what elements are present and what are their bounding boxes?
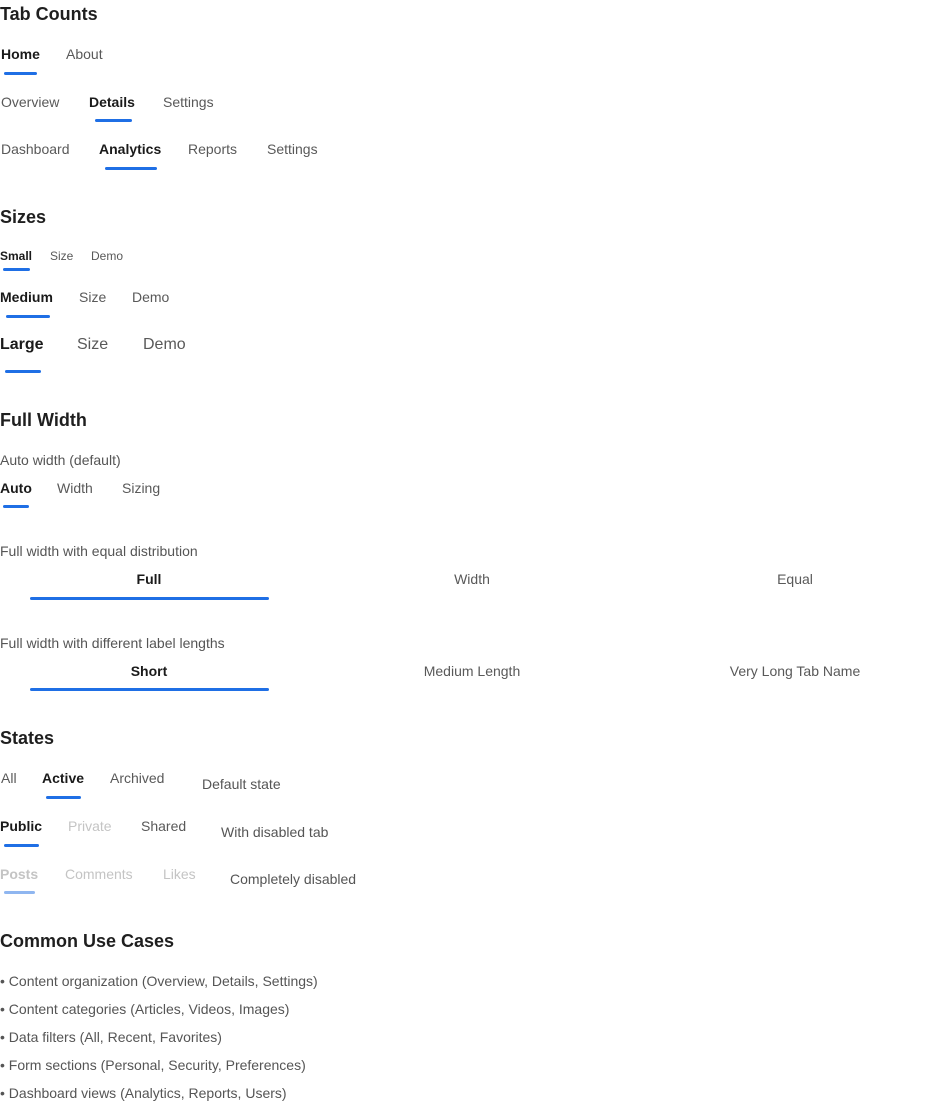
tab-public[interactable]: Public [0,817,42,835]
tab-all[interactable]: All [1,769,17,787]
section-title-states: States [0,728,55,748]
tab-analytics[interactable]: Analytics [99,140,161,158]
tab-indicator [46,796,81,799]
tab-settings[interactable]: Settings [267,140,318,158]
tab-archived[interactable]: Archived [110,769,164,787]
tab-very-long[interactable]: Very Long Tab Name [646,662,944,680]
tab-indicator [5,370,41,373]
equal-width-label: Full width with equal distribution [0,543,198,559]
tab-private: Private [68,818,112,834]
tab-indicator [4,72,37,75]
tab-details[interactable]: Details [89,93,135,111]
tab-width[interactable]: Width [323,570,621,588]
tab-about[interactable]: About [66,45,103,63]
tab-indicator [6,315,50,318]
list-item: • Data filters (All, Recent, Favorites) [0,1029,222,1045]
tab-medium-length[interactable]: Medium Length [323,662,621,680]
tab-shared[interactable]: Shared [141,817,186,835]
tab-auto[interactable]: Auto [0,479,32,497]
tab-likes: Likes [163,866,196,882]
tab-indicator [105,167,157,170]
tab-reports[interactable]: Reports [188,140,237,158]
list-item: • Content categories (Articles, Videos, … [0,1001,290,1017]
completely-disabled-label: Completely disabled [230,871,357,887]
tab-indicator [30,688,269,691]
section-title-use-cases: Common Use Cases [0,931,175,951]
tab-short[interactable]: Short [0,662,298,680]
use-case-list: • Content organization (Overview, Detail… [0,972,318,1112]
tab-indicator [3,268,30,271]
tab-small[interactable]: Small [0,247,32,265]
tab-indicator [3,505,29,508]
tab-demo[interactable]: Demo [132,288,169,306]
tab-overview[interactable]: Overview [1,93,59,111]
tab-dashboard[interactable]: Dashboard [1,140,70,158]
tab-demo[interactable]: Demo [91,247,123,265]
section-title-full-width: Full Width [0,410,87,430]
tab-indicator [95,119,132,122]
tab-indicator [30,597,269,600]
tab-size[interactable]: Size [77,336,108,354]
list-item: • Form sections (Personal, Security, Pre… [0,1057,306,1073]
tab-indicator [4,891,35,894]
tab-settings[interactable]: Settings [163,93,214,111]
tab-equal[interactable]: Equal [646,570,944,588]
section-title-tab-counts: Tab Counts [0,4,98,24]
tab-width[interactable]: Width [57,479,93,497]
disabled-tab-label: With disabled tab [221,824,329,840]
tab-posts: Posts [0,866,39,882]
list-item: • Dashboard views (Analytics, Reports, U… [0,1085,287,1101]
tab-home[interactable]: Home [1,45,40,63]
list-item: • Content organization (Overview, Detail… [0,973,318,989]
tab-large[interactable]: Large [0,336,44,354]
tab-active[interactable]: Active [42,769,84,787]
default-state-label: Default state [202,776,281,792]
tab-medium[interactable]: Medium [0,288,53,306]
different-lengths-label: Full width with different label lengths [0,635,225,651]
section-title-sizes: Sizes [0,207,47,227]
tab-demo[interactable]: Demo [143,336,186,354]
auto-width-label: Auto width (default) [0,452,121,468]
tab-sizing[interactable]: Sizing [122,479,160,497]
tab-full[interactable]: Full [0,570,298,588]
tab-size[interactable]: Size [50,247,73,265]
tab-indicator [4,844,39,847]
tab-size[interactable]: Size [79,288,106,306]
tab-comments: Comments [65,866,133,882]
